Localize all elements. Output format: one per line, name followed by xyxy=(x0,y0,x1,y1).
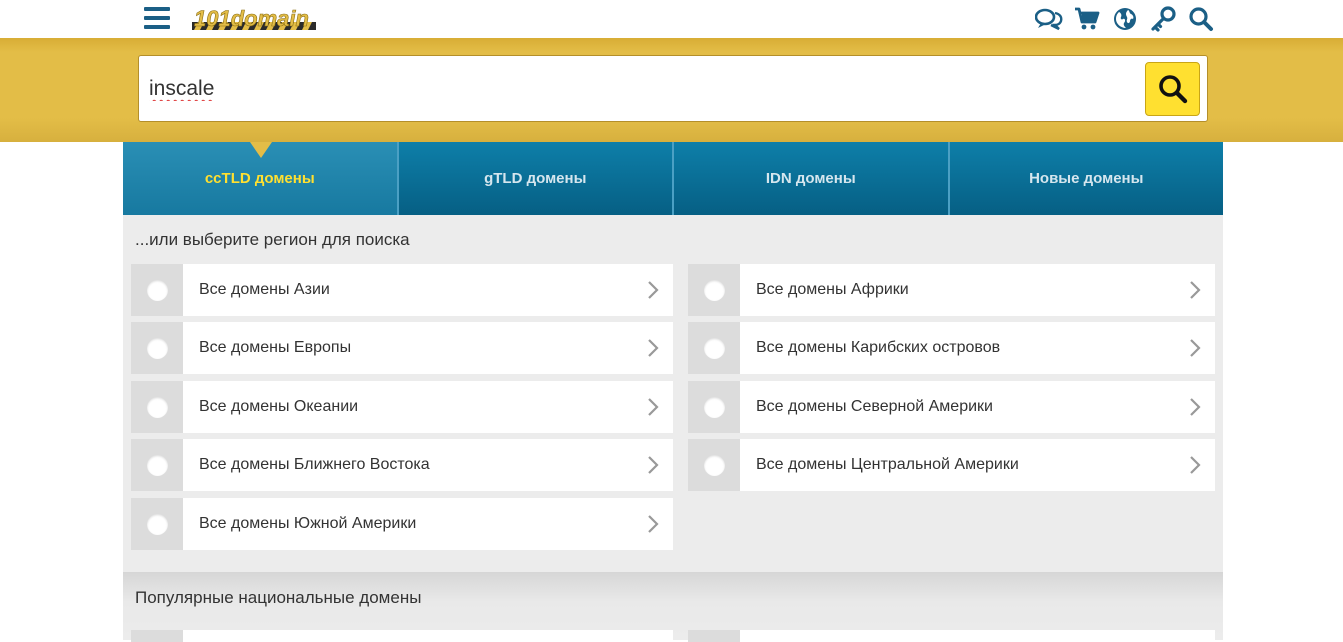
top-bar: 101domain xyxy=(0,0,1343,38)
radio-cell xyxy=(688,381,740,433)
radio-button[interactable] xyxy=(703,337,725,359)
chat-icon[interactable] xyxy=(1035,5,1063,33)
chevron-right-icon xyxy=(1175,338,1215,358)
logo-text: 101domain xyxy=(194,6,309,31)
domain-search-input[interactable] xyxy=(149,74,1139,104)
domain-type-tabs: ccTLD домены gTLD домены IDN домены Новы… xyxy=(123,142,1223,215)
logo[interactable]: 101domain xyxy=(192,4,316,32)
tab-new-domains[interactable]: Новые домены xyxy=(949,142,1223,215)
radio-button[interactable] xyxy=(146,279,168,301)
tab-gtld[interactable]: gTLD домены xyxy=(398,142,674,215)
region-label: Все домены Африки xyxy=(756,281,909,298)
region-panel-title: ...или выберите регион для поиска xyxy=(135,230,410,249)
popular-domains-section: Популярные национальные домены xyxy=(123,572,1223,642)
tab-label: IDN домены xyxy=(765,170,856,187)
globe-icon[interactable] xyxy=(1111,5,1139,33)
radio-cell xyxy=(131,264,183,316)
region-label: Все домены Карибских островов xyxy=(756,339,1001,356)
region-panel: ...или выберите регион для поиска Все до… xyxy=(123,215,1223,572)
popular-domains-title: Популярные национальные домены xyxy=(135,588,422,607)
menu-icon[interactable] xyxy=(144,7,170,29)
radio-cell xyxy=(688,439,740,491)
region-label: Все домены Европы xyxy=(199,339,352,356)
chevron-right-icon xyxy=(633,455,673,475)
radio-cell xyxy=(131,439,183,491)
radio-button[interactable] xyxy=(703,454,725,476)
region-item-asia[interactable]: Все домены Азии xyxy=(131,264,673,316)
radio-button[interactable] xyxy=(703,396,725,418)
radio-cell xyxy=(688,264,740,316)
region-item-europe[interactable]: Все домены Европы xyxy=(131,322,673,374)
chevron-right-icon xyxy=(633,280,673,300)
region-item-middle-east[interactable]: Все домены Ближнего Востока xyxy=(131,439,673,491)
search-box xyxy=(138,55,1208,122)
search-band xyxy=(0,38,1343,142)
region-item-caribbean[interactable]: Все домены Карибских островов xyxy=(688,322,1215,374)
region-item-africa[interactable]: Все домены Африки xyxy=(688,264,1215,316)
region-item-south-america[interactable]: Все домены Южной Америки xyxy=(131,498,673,550)
radio-cell xyxy=(688,630,740,642)
region-label: Все домены Центральной Америки xyxy=(756,456,1019,473)
radio-button[interactable] xyxy=(146,337,168,359)
radio-button[interactable] xyxy=(146,396,168,418)
region-item-central-america[interactable]: Все домены Центральной Америки xyxy=(688,439,1215,491)
tab-idn[interactable]: IDN домены xyxy=(674,142,950,215)
radio-cell xyxy=(131,630,183,642)
region-item-north-america[interactable]: Все домены Северной Америки xyxy=(688,381,1215,433)
search-button[interactable] xyxy=(1145,62,1200,116)
region-label: Все домены Азии xyxy=(199,281,330,298)
chevron-right-icon xyxy=(1175,397,1215,417)
region-label: Все домены Южной Америки xyxy=(199,515,417,532)
magnifier-icon xyxy=(1158,75,1187,104)
cart-icon[interactable] xyxy=(1073,5,1101,33)
tab-label: Новые домены xyxy=(1029,170,1144,187)
region-label: Все домены Северной Америки xyxy=(756,398,993,415)
radio-cell xyxy=(131,498,183,550)
radio-cell xyxy=(131,322,183,374)
key-icon[interactable] xyxy=(1149,5,1177,33)
chevron-right-icon xyxy=(1175,455,1215,475)
radio-button[interactable] xyxy=(146,454,168,476)
chevron-right-icon xyxy=(1175,280,1215,300)
radio-button[interactable] xyxy=(703,279,725,301)
region-label: Все домены Океании xyxy=(199,398,359,415)
tab-label: ccTLD домены xyxy=(204,170,315,187)
chevron-right-icon xyxy=(633,514,673,534)
list-item[interactable] xyxy=(688,630,1215,642)
radio-cell xyxy=(131,381,183,433)
region-label: Все домены Ближнего Востока xyxy=(199,456,430,473)
list-item[interactable] xyxy=(131,630,673,642)
search-icon[interactable] xyxy=(1187,5,1215,33)
header-icons xyxy=(1035,5,1215,33)
chevron-right-icon xyxy=(633,338,673,358)
tab-label: gTLD домены xyxy=(484,170,587,187)
chevron-right-icon xyxy=(633,397,673,417)
radio-button[interactable] xyxy=(146,513,168,535)
region-item-oceania[interactable]: Все домены Океании xyxy=(131,381,673,433)
radio-cell xyxy=(688,322,740,374)
tab-cctld[interactable]: ccTLD домены xyxy=(123,142,399,215)
